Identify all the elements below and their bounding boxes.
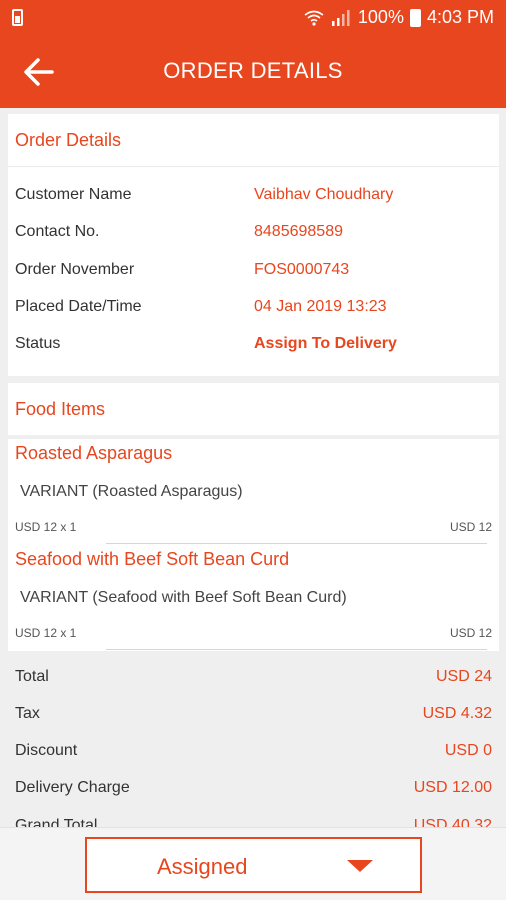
clock: 4:03 PM bbox=[426, 7, 494, 27]
grand-total-row: Grand Total USD 40.32 bbox=[15, 817, 492, 827]
placed-datetime-row: Placed Date/Time 04 Jan 2019 13:23 bbox=[15, 298, 499, 318]
discount-label: Discount bbox=[15, 742, 78, 759]
customer-name-label: Customer Name bbox=[15, 186, 132, 203]
delivery-charge-value: USD 12.00 bbox=[413, 779, 492, 796]
customer-name-row: Customer Name Vaibhav Choudhary bbox=[15, 186, 499, 206]
status-value: Assign To Delivery bbox=[254, 335, 397, 352]
food-item-price: USD 12 bbox=[449, 520, 492, 534]
contact-value[interactable]: 8485698589 bbox=[254, 223, 343, 241]
contact-row: Contact No. 8485698589 bbox=[15, 223, 499, 243]
delivery-charge-row: Delivery Charge USD 12.00 bbox=[15, 779, 492, 799]
order-number-label: Order November bbox=[15, 261, 135, 278]
tax-label: Tax bbox=[15, 705, 40, 722]
discount-row: Discount USD 0 bbox=[15, 742, 492, 762]
grand-total-label: Grand Total bbox=[15, 817, 98, 827]
battery-saver-icon bbox=[12, 9, 23, 26]
bottom-action-bar: Assigned bbox=[0, 827, 506, 900]
order-status-dropdown[interactable]: Assigned bbox=[85, 837, 422, 893]
discount-value: USD 0 bbox=[444, 742, 492, 759]
food-item-qty: USD 12 x 1 bbox=[15, 626, 77, 640]
page-title: ORDER DETAILS bbox=[163, 58, 343, 83]
food-item-name: Seafood with Beef Soft Bean Curd bbox=[15, 549, 290, 569]
status-label: Status bbox=[15, 335, 61, 352]
total-row: Total USD 24 bbox=[15, 668, 492, 688]
food-items-list: Roasted Asparagus VARIANT (Roasted Aspar… bbox=[8, 439, 499, 651]
order-details-heading: Order Details bbox=[15, 130, 122, 150]
status-bar: 100% 4:03 PM bbox=[0, 0, 506, 36]
customer-name-value: Vaibhav Choudhary bbox=[254, 186, 394, 203]
food-item-price: USD 12 bbox=[449, 626, 492, 640]
caret-down-icon bbox=[347, 860, 373, 872]
food-items-heading: Food Items bbox=[15, 399, 106, 419]
grand-total-value: USD 40.32 bbox=[413, 817, 492, 827]
placed-datetime-label: Placed Date/Time bbox=[15, 298, 142, 315]
food-item-qty: USD 12 x 1 bbox=[15, 520, 77, 534]
divider bbox=[8, 166, 499, 167]
food-item-variant: VARIANT (Roasted Asparagus) bbox=[20, 483, 243, 500]
order-number-row: Order November FOS0000743 bbox=[15, 261, 499, 281]
signal-icon bbox=[331, 9, 350, 26]
total-label: Total bbox=[15, 668, 49, 685]
battery-percent: 100% bbox=[357, 7, 404, 27]
item-divider bbox=[106, 543, 487, 544]
total-value: USD 24 bbox=[435, 668, 492, 685]
food-item-variant: VARIANT (Seafood with Beef Soft Bean Cur… bbox=[20, 589, 347, 606]
wifi-icon bbox=[304, 10, 324, 26]
delivery-charge-label: Delivery Charge bbox=[15, 779, 130, 796]
app-bar: ORDER DETAILS bbox=[0, 36, 506, 108]
tax-value: USD 4.32 bbox=[422, 705, 492, 722]
item-divider bbox=[106, 649, 487, 650]
battery-icon bbox=[409, 8, 421, 27]
order-number-value: FOS0000743 bbox=[254, 261, 350, 278]
status-icons: 100% 4:03 PM bbox=[304, 7, 494, 28]
tax-row: Tax USD 4.32 bbox=[15, 705, 492, 725]
food-item-name: Roasted Asparagus bbox=[15, 443, 173, 463]
order-status-selected: Assigned bbox=[157, 854, 248, 879]
placed-datetime-value: 04 Jan 2019 13:23 bbox=[254, 298, 387, 315]
food-items-header-card: Food Items bbox=[8, 383, 499, 435]
contact-label: Contact No. bbox=[15, 223, 100, 240]
status-row: Status Assign To Delivery bbox=[15, 335, 499, 355]
totals-section: Total USD 24 Tax USD 4.32 Discount USD 0… bbox=[8, 657, 499, 827]
order-details-card: Order Details Customer Name Vaibhav Chou… bbox=[8, 114, 499, 376]
